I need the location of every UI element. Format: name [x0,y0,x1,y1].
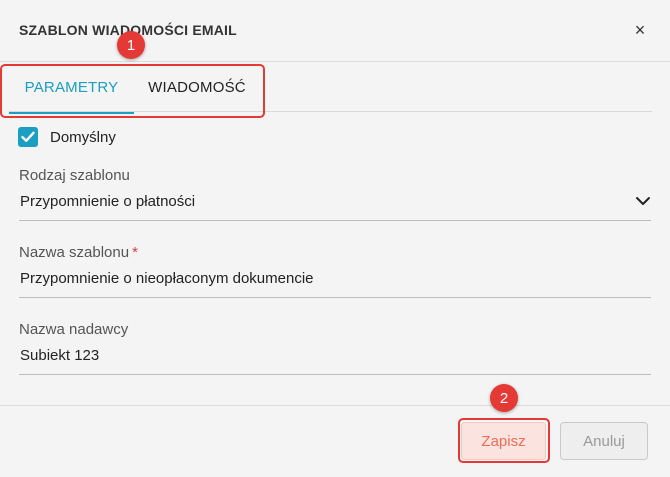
template-name-label: Nazwa szablonu * [19,244,138,261]
chevron-down-icon[interactable] [635,194,651,208]
template-type-select[interactable]: Rodzaj szablonu Przypomnienie o płatnośc… [19,167,651,223]
tab-wiadomosc[interactable]: WIADOMOŚĆ [138,62,256,112]
template-name-underline [19,297,651,298]
checkmark-icon [21,131,35,142]
sender-name-underline [19,374,651,375]
save-button[interactable]: Zapisz [461,422,546,460]
sender-name-field[interactable]: Nazwa nadawcy Subiekt 123 [19,321,651,377]
tab-bar: PARAMETRY WIADOMOŚĆ [0,62,670,114]
close-icon[interactable]: × [628,18,652,42]
template-name-field[interactable]: Nazwa szablonu * Przypomnienie o nieopłac… [19,244,651,300]
template-type-label: Rodzaj szablonu [19,167,130,184]
email-template-dialog: SZABLON WIADOMOŚCI EMAIL × PARAMETRY WIA… [0,0,670,477]
cancel-button[interactable]: Anuluj [560,422,648,460]
default-checkbox-row[interactable]: Domyślny [18,124,116,150]
annotation-marker-1: 1 [117,31,145,59]
sender-name-input[interactable]: Subiekt 123 [20,347,99,364]
template-type-underline [19,220,651,221]
template-name-input[interactable]: Przypomnienie o nieopłaconym dokumencie [20,270,314,287]
required-mark: * [132,244,138,261]
tab-parametry[interactable]: PARAMETRY [9,62,134,114]
sender-name-label: Nazwa nadawcy [19,321,129,338]
template-type-value[interactable]: Przypomnienie o płatności [20,193,195,210]
default-checkbox[interactable] [18,127,38,147]
dialog-footer: Zapisz Anuluj [0,405,670,477]
dialog-header: SZABLON WIADOMOŚCI EMAIL × [0,0,670,62]
default-checkbox-label: Domyślny [50,128,116,146]
annotation-marker-2: 2 [490,384,518,412]
tabs-divider [9,111,652,112]
